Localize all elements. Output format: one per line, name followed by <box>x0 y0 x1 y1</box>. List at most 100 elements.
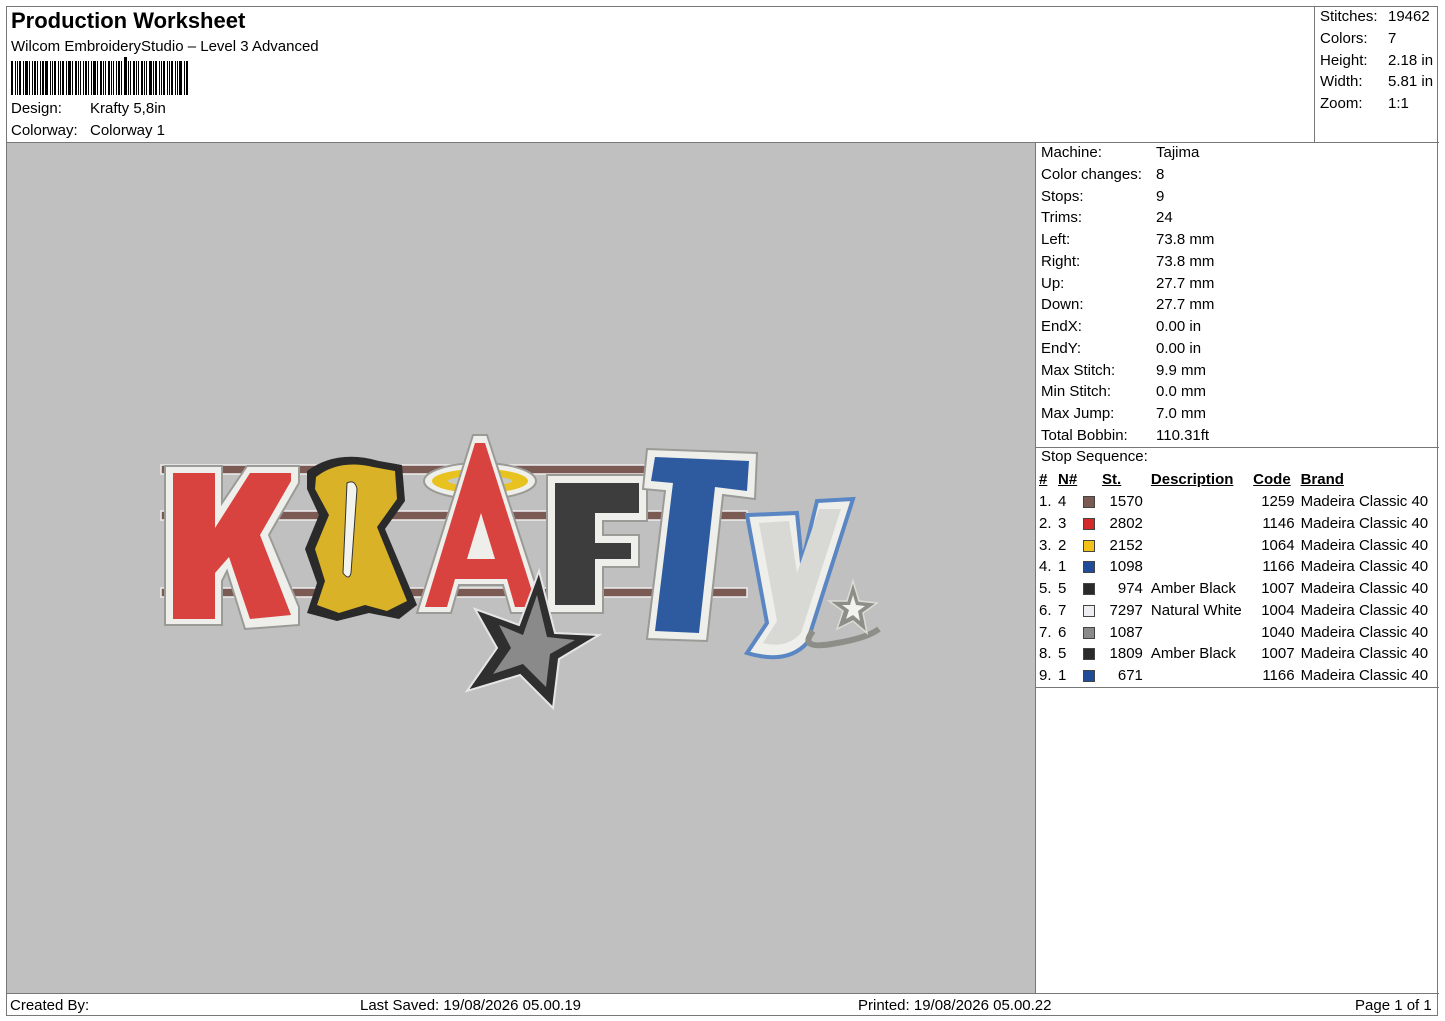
machine-info-panel: Machine: Tajima Color changes: 8 Stops: 9 Trim… <box>1036 143 1439 993</box>
barcode-bar <box>171 61 173 95</box>
barcode-bar <box>179 61 182 95</box>
color-swatch <box>1083 539 1096 552</box>
design-value: Krafty 5,8in <box>90 100 166 117</box>
barcode-bar <box>146 61 147 95</box>
row-description <box>1143 665 1253 687</box>
stat-zoom: Zoom: 1:1 <box>1320 95 1409 112</box>
barcode-bar <box>37 61 38 95</box>
production-worksheet: Production Worksheet Wilcom EmbroiderySt… <box>6 6 1439 1016</box>
width-label: Width: <box>1320 73 1363 90</box>
table-row: 2. 3 2802 1146 Madeira Classic 40 <box>1039 513 1439 535</box>
barcode-bar <box>108 61 110 95</box>
last-saved: Last Saved: 19/08/2026 05.00.19 <box>360 997 582 1014</box>
barcode-bar <box>62 61 64 95</box>
letter-k <box>164 465 300 631</box>
row-description <box>1143 556 1253 578</box>
machine-label: EndX: <box>1041 318 1082 335</box>
barcode-bar <box>23 61 24 95</box>
design-row: Design: Krafty 5,8in <box>11 100 166 117</box>
row-brand: Madeira Classic 40 <box>1300 558 1429 576</box>
barcode-bar <box>136 61 137 95</box>
barcode-bar <box>133 61 135 95</box>
barcode-bar <box>186 61 188 95</box>
width-value: 5.81 in <box>1388 73 1434 90</box>
machine-label: Color changes: <box>1041 165 1142 183</box>
table-row: 5. 5 974 Amber Black 1007 Madeira Classic 40 <box>1039 578 1439 600</box>
printed-date: Printed: 19/08/2026 05.00.22 <box>858 997 1052 1014</box>
row-description <box>1143 534 1253 556</box>
krafty-embroidery-artwork <box>160 434 881 711</box>
row-swatch <box>1083 556 1102 578</box>
barcode-bar <box>97 61 98 95</box>
row-brand: Madeira Classic 40 <box>1300 623 1429 641</box>
col-description: Description <box>1150 471 1234 489</box>
row-index: 6. <box>1039 601 1052 619</box>
row-swatch <box>1083 665 1102 687</box>
barcode-bar <box>54 61 56 95</box>
row-stitches: 671 <box>1117 667 1143 685</box>
row-code: 1146 <box>1262 514 1295 532</box>
machine-row: Machine: Tajima <box>1041 144 1199 161</box>
row-needle: 6 <box>1058 623 1067 641</box>
color-swatch <box>1083 583 1096 596</box>
machine-value: 73.8 mm <box>1156 252 1215 270</box>
row-index: 4. <box>1039 558 1052 576</box>
barcode-bar <box>111 61 112 95</box>
table-row: 9. 1 671 1166 Madeira Classic 40 <box>1039 665 1439 687</box>
machine-value: 110.31ft <box>1156 426 1210 444</box>
barcode-bar <box>121 61 122 95</box>
row-description <box>1143 491 1253 513</box>
row-code: 1166 <box>1262 558 1295 576</box>
table-header-row: # N# St. Description Code Brand <box>1039 469 1439 491</box>
barcode-bar <box>116 61 117 95</box>
row-swatch <box>1083 600 1102 622</box>
zoom-value: 1:1 <box>1388 95 1409 112</box>
machine-row: Left: 73.8 mm <box>1041 231 1214 248</box>
color-swatch <box>1083 496 1096 509</box>
stitches-label: Stitches: <box>1320 8 1378 25</box>
barcode-bar <box>105 61 106 95</box>
row-stitches: 7297 <box>1109 601 1143 619</box>
machine-label: Min Stitch: <box>1041 383 1112 401</box>
machine-value: 8 <box>1156 165 1165 183</box>
row-stitches: 1570 <box>1109 493 1143 511</box>
barcode-bar <box>155 61 157 95</box>
machine-label: Trims: <box>1041 209 1083 227</box>
barcode-bar <box>149 61 152 95</box>
machine-value: 27.7 mm <box>1156 296 1215 314</box>
machine-row: Max Stitch: 9.9 mm <box>1041 362 1206 379</box>
machine-value: Tajima <box>1156 144 1200 161</box>
row-needle: 7 <box>1058 601 1067 619</box>
row-needle: 2 <box>1058 536 1067 554</box>
barcode-bar <box>72 61 73 95</box>
barcode-bar <box>128 61 129 95</box>
barcode-bar <box>50 61 51 95</box>
created-by: Created By: <box>10 997 90 1014</box>
row-code: 1004 <box>1261 601 1295 619</box>
table-row: 8. 5 1809 Amber Black 1007 Madeira Classic 40 <box>1039 643 1439 665</box>
row-description: Natural White <box>1150 601 1242 619</box>
row-brand: Madeira Classic 40 <box>1300 601 1429 619</box>
row-needle: 1 <box>1058 667 1067 685</box>
barcode-bar <box>153 61 154 95</box>
row-index: 2. <box>1039 514 1052 532</box>
row-swatch <box>1083 513 1102 535</box>
barcode-bar <box>17 61 18 95</box>
row-index: 8. <box>1039 645 1052 663</box>
barcode-bar <box>52 61 53 95</box>
table-row: 1. 4 1570 1259 Madeira Classic 40 <box>1039 491 1439 513</box>
machine-label: Right: <box>1041 252 1081 270</box>
row-description <box>1143 513 1253 535</box>
colors-value: 7 <box>1388 30 1397 47</box>
stop-sequence-table: # N# St. Description Code Brand 1. 4 1570 1… <box>1039 469 1439 687</box>
machine-label: Stops: <box>1041 187 1084 205</box>
machine-label: Total Bobbin: <box>1041 426 1128 444</box>
row-code: 1007 <box>1261 580 1295 598</box>
machine-row: Down: 27.7 mm <box>1041 296 1214 313</box>
machine-value: 0.0 mm <box>1156 383 1207 401</box>
page-title: Production Worksheet <box>11 8 246 33</box>
row-swatch <box>1083 534 1102 556</box>
machine-label: Down: <box>1041 296 1084 314</box>
machine-label: Max Jump: <box>1041 405 1115 422</box>
machine-value: 9.9 mm <box>1156 361 1207 379</box>
